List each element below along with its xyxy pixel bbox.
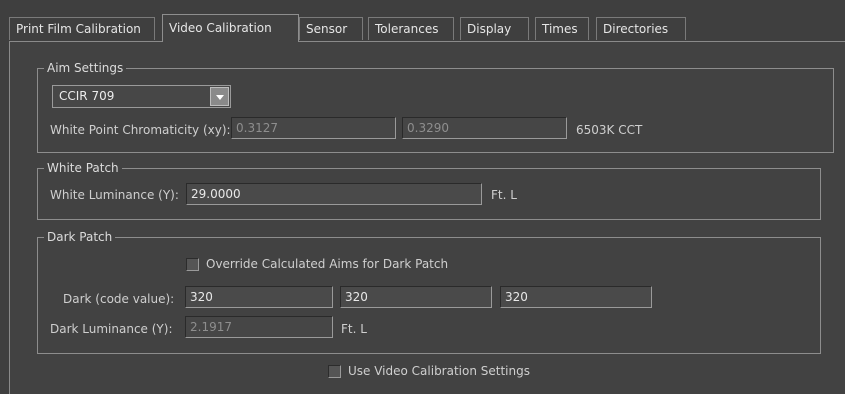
chevron-down-icon[interactable]: [210, 87, 229, 106]
tab-directories[interactable]: Directories: [596, 17, 686, 40]
aim-preset-select[interactable]: CCIR 709: [52, 85, 231, 108]
override-dark-patch-label[interactable]: Override Calculated Aims for Dark Patch: [206, 257, 448, 272]
white-point-y-field: 0.3290: [402, 117, 567, 139]
tab-tolerances[interactable]: Tolerances: [368, 17, 454, 40]
tab-label: Print Film Calibration: [16, 22, 141, 36]
dark-code-value-field-1[interactable]: 320: [185, 286, 333, 308]
tab-print-film-calibration[interactable]: Print Film Calibration: [9, 17, 155, 40]
dark-luminance-label: Dark Luminance (Y):: [50, 322, 173, 336]
white-patch-title: White Patch: [44, 161, 122, 176]
tab-sensor[interactable]: Sensor: [299, 17, 363, 40]
tab-label: Video Calibration: [169, 21, 272, 35]
white-point-x-field: 0.3127: [231, 117, 396, 139]
tab-label: Display: [467, 22, 512, 36]
dark-code-value-field-2[interactable]: 320: [340, 286, 492, 308]
white-luminance-unit: Ft. L: [491, 188, 517, 202]
tab-label: Tolerances: [375, 22, 439, 36]
dark-patch-title: Dark Patch: [44, 230, 116, 245]
tab-display[interactable]: Display: [460, 17, 529, 40]
use-video-calibration-label[interactable]: Use Video Calibration Settings: [348, 364, 530, 379]
white-point-label: White Point Chromaticity (xy):: [50, 123, 231, 137]
video-calibration-panel: Aim Settings CCIR 709 White Point Chroma…: [9, 41, 845, 394]
tab-video-calibration[interactable]: Video Calibration: [162, 14, 299, 42]
dark-luminance-unit: Ft. L: [341, 322, 367, 336]
dark-code-value-field-3[interactable]: 320: [500, 286, 652, 308]
aim-settings-title: Aim Settings: [44, 61, 127, 76]
dark-code-value-label: Dark (code value):: [63, 292, 175, 306]
aim-settings-group: Aim Settings: [37, 61, 834, 153]
tab-label: Directories: [603, 22, 669, 36]
cct-label: 6503K CCT: [576, 123, 643, 137]
aim-preset-value: CCIR 709: [59, 89, 115, 103]
tab-times[interactable]: Times: [535, 17, 589, 40]
white-luminance-field[interactable]: 29.0000: [186, 183, 482, 205]
white-luminance-label: White Luminance (Y):: [50, 188, 179, 202]
override-dark-patch-checkbox[interactable]: [186, 258, 199, 271]
tab-label: Sensor: [306, 22, 348, 36]
settings-dialog: Aim Settings CCIR 709 White Point Chroma…: [0, 0, 845, 394]
dark-luminance-field: 2.1917: [185, 316, 333, 338]
use-video-calibration-checkbox[interactable]: [328, 365, 341, 378]
tab-label: Times: [542, 22, 578, 36]
